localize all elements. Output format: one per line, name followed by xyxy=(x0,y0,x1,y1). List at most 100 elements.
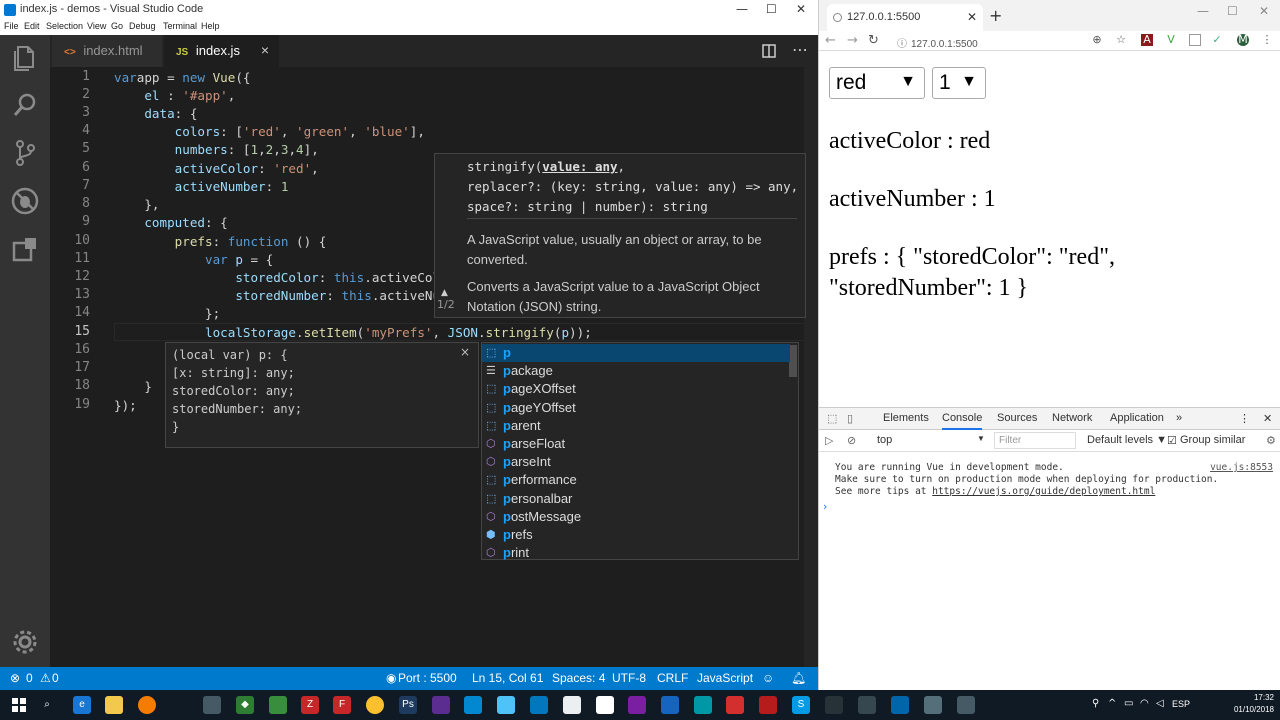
file-explorer-icon[interactable] xyxy=(105,696,123,714)
menu-debug[interactable]: Debug xyxy=(129,21,156,31)
tab-network[interactable]: Network xyxy=(1052,412,1092,424)
split-editor-icon[interactable] xyxy=(762,44,776,58)
menu-edit[interactable]: Edit xyxy=(24,21,40,31)
reload-icon[interactable]: ↻ xyxy=(868,33,879,48)
tab-elements[interactable]: Elements xyxy=(883,412,929,424)
acrobat-icon[interactable] xyxy=(759,696,777,714)
clock[interactable]: 17:32 01/10/2018 xyxy=(1234,692,1274,716)
volume-icon[interactable]: ◁ xyxy=(1156,698,1164,709)
language-indicator[interactable]: ESP xyxy=(1172,699,1190,709)
windows-start-icon[interactable] xyxy=(12,698,26,712)
suggestion-item[interactable]: ⬚ parent xyxy=(482,417,790,435)
suggestion-item[interactable]: ⬚ pageXOffset xyxy=(482,380,790,398)
zoom-icon[interactable]: ⊕ xyxy=(1091,34,1103,46)
vscode-icon[interactable] xyxy=(891,696,909,714)
source-control-icon[interactable] xyxy=(10,138,40,168)
tab-index-html[interactable]: <> index.html xyxy=(52,35,162,67)
group-similar-checkbox[interactable]: ☑ xyxy=(1167,434,1177,447)
live-server-port[interactable]: Port : 5500 xyxy=(398,671,457,685)
menu-view[interactable]: View xyxy=(87,21,106,31)
app-icon[interactable]: ◆ xyxy=(236,696,254,714)
visual-studio-icon[interactable] xyxy=(432,696,450,714)
suggestion-item[interactable]: ⬚ pageYOffset xyxy=(482,399,790,417)
suggestion-item[interactable]: ⬚ personalbar xyxy=(482,490,790,508)
mail-icon[interactable] xyxy=(596,696,614,714)
inspect-element-icon[interactable]: ⬚ xyxy=(827,412,837,425)
clear-console-icon[interactable]: ⊘ xyxy=(847,434,856,447)
app-icon[interactable] xyxy=(694,696,712,714)
editor-scrollbar[interactable] xyxy=(804,67,818,667)
suggestion-item[interactable]: ⬢ prefs xyxy=(482,526,790,544)
back-icon[interactable]: ← xyxy=(825,33,836,48)
edge-icon[interactable]: e xyxy=(73,696,91,714)
context-select[interactable]: top xyxy=(877,434,892,446)
close-icon[interactable]: × xyxy=(460,345,470,359)
suggestion-item[interactable]: ⬡ parseFloat xyxy=(482,435,790,453)
menu-terminal[interactable]: Terminal xyxy=(163,21,197,31)
more-actions-icon[interactable]: ⋯ xyxy=(792,40,808,59)
firefox-icon[interactable] xyxy=(138,696,156,714)
warning-icon[interactable]: ⚠ xyxy=(40,671,51,685)
terminal-icon[interactable] xyxy=(858,696,876,714)
device-toolbar-icon[interactable]: ▯ xyxy=(847,412,853,425)
sidebar-toggle-icon[interactable]: ▷ xyxy=(825,434,833,447)
photoshop-icon[interactable]: Ps xyxy=(399,696,417,714)
errors-icon[interactable]: ⊗ xyxy=(10,671,20,685)
language-mode[interactable]: JavaScript xyxy=(697,671,753,685)
app-icon[interactable] xyxy=(825,696,843,714)
store-icon[interactable] xyxy=(203,696,221,714)
suggestion-item[interactable]: ⬚ p xyxy=(482,344,790,362)
app-icon[interactable] xyxy=(464,696,482,714)
tab-sources[interactable]: Sources xyxy=(997,412,1037,424)
console-link[interactable]: https://vuejs.org/guide/deployment.html xyxy=(932,486,1155,497)
minimize-button[interactable]: — xyxy=(736,2,748,16)
profile-avatar[interactable]: M xyxy=(1237,34,1249,46)
battery-icon[interactable]: ▭ xyxy=(1124,698,1133,709)
explorer-icon[interactable] xyxy=(10,43,40,73)
console-source-link[interactable]: vue.js:8553 xyxy=(1210,462,1273,473)
more-tabs-button[interactable]: » xyxy=(1176,412,1182,424)
extension-icon[interactable] xyxy=(1189,34,1201,46)
settings-gear-icon[interactable] xyxy=(10,627,40,657)
suggestion-item[interactable]: ⬚ performance xyxy=(482,471,790,489)
app-icon[interactable]: F xyxy=(333,696,351,714)
minimize-button[interactable]: — xyxy=(1197,4,1209,18)
network-icon[interactable]: ⚲ xyxy=(1092,698,1099,709)
bookmark-star-icon[interactable]: ☆ xyxy=(1115,34,1127,46)
maximize-button[interactable]: ☐ xyxy=(1227,4,1238,18)
extensions-icon[interactable] xyxy=(10,234,40,264)
browser-tab[interactable]: 127.0.0.1:5500 ✕ xyxy=(827,4,983,31)
kebab-menu-icon[interactable]: ⋮ xyxy=(1261,34,1273,46)
log-levels-select[interactable]: Default levels ▼ xyxy=(1087,434,1167,446)
feedback-smiley-icon[interactable]: ☺ xyxy=(762,671,774,685)
cursor-position[interactable]: Ln 15, Col 61 xyxy=(472,671,543,685)
search-icon[interactable]: ⌕ xyxy=(38,696,56,714)
app-icon[interactable] xyxy=(661,696,679,714)
menu-help[interactable]: Help xyxy=(201,21,220,31)
close-devtools-icon[interactable]: ✕ xyxy=(1263,412,1272,425)
maximize-button[interactable]: ☐ xyxy=(766,2,777,16)
menu-go[interactable]: Go xyxy=(111,21,123,31)
suggestion-item[interactable]: ☰ package xyxy=(482,362,790,380)
indentation[interactable]: Spaces: 4 xyxy=(552,671,605,685)
tab-console[interactable]: Console xyxy=(942,412,983,430)
app-icon[interactable] xyxy=(924,696,942,714)
show-hidden-icons[interactable]: ^ xyxy=(1108,698,1116,709)
app-icon[interactable] xyxy=(269,696,287,714)
tab-index-js[interactable]: JS index.js × xyxy=(164,35,279,67)
close-window-button[interactable]: ✕ xyxy=(1259,4,1269,18)
skype-icon[interactable]: S xyxy=(792,696,810,714)
app-icon[interactable] xyxy=(957,696,975,714)
settings-gear-icon[interactable]: ⚙ xyxy=(1266,434,1276,447)
suggestion-item[interactable]: ⬡ print xyxy=(482,544,790,562)
pdf-extension-icon[interactable]: A xyxy=(1141,34,1153,46)
visual-studio-icon[interactable] xyxy=(628,696,646,714)
suggestion-item[interactable]: ⬡ parseInt xyxy=(482,453,790,471)
close-tab-icon[interactable]: ✕ xyxy=(967,10,977,24)
search-icon[interactable] xyxy=(10,90,40,120)
number-select[interactable]: 1 ▼ xyxy=(932,67,986,99)
error-count[interactable]: 0 xyxy=(26,671,33,685)
close-window-button[interactable]: ✕ xyxy=(796,2,806,16)
console-filter-input[interactable]: Filter xyxy=(994,432,1076,449)
vue-devtools-icon[interactable]: V xyxy=(1165,34,1177,46)
